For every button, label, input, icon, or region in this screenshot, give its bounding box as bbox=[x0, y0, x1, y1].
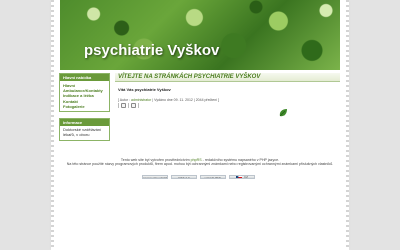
meta-prefix: [ Autor : bbox=[118, 98, 131, 102]
footer: Tento web site byl vytvořen prostřednict… bbox=[60, 158, 340, 167]
phprs-link[interactable]: phpRS bbox=[191, 158, 202, 162]
article-title[interactable]: Vítá Vás psychiatrie Vyškov bbox=[118, 87, 340, 92]
info-title: Informace bbox=[60, 119, 109, 127]
badge-rss[interactable]: RSS 2.0 bbox=[171, 175, 197, 179]
main-menu-title: Hlavní nabídka bbox=[60, 74, 109, 81]
sidebar: Hlavní nabídka Hlavní Ambulance/Kontakty… bbox=[59, 73, 110, 147]
main-menu: Hlavní Ambulance/Kontakty Indikace a léč… bbox=[60, 81, 109, 111]
separator bbox=[138, 103, 139, 108]
badge-language-label: CZ bbox=[244, 175, 248, 179]
separator bbox=[118, 103, 119, 108]
main-menu-box: Hlavní nabídka Hlavní Ambulance/Kontakty… bbox=[59, 73, 110, 113]
article-meta: [ Autor : administrator | Vydáno dne 09.… bbox=[118, 98, 340, 102]
footer-badges: powered by phpRS RSS 2.0 valid XHTML CZ bbox=[142, 175, 255, 179]
info-box: Informace Doktorské vzdělávání lékařů, v… bbox=[59, 118, 110, 141]
main-heading: VÍTEJTE NA STRÁNKÁCH PSYCHIATRIE VYŠKOV bbox=[115, 73, 340, 82]
footer-text-after: - redakčního systému napsaného v PHP jaz… bbox=[202, 158, 280, 162]
czech-flag-icon bbox=[236, 176, 242, 178]
header-banner: psychiatrie Vyškov bbox=[60, 0, 340, 70]
site-title[interactable]: psychiatrie Vyškov bbox=[84, 42, 219, 59]
info-text: Doktorské vzdělávání lékařů, v oboru bbox=[63, 127, 102, 137]
badge-language[interactable]: CZ bbox=[229, 175, 255, 179]
menu-item-fotogalerie[interactable]: Fotogalerie bbox=[63, 104, 107, 109]
main-content: VÍTEJTE NA STRÁNKÁCH PSYCHIATRIE VYŠKOV … bbox=[115, 73, 340, 120]
leaf-icon bbox=[279, 109, 287, 117]
badge-phprs[interactable]: powered by phpRS bbox=[142, 175, 168, 179]
footer-line-2: Na této stránce použité názvy programový… bbox=[66, 162, 334, 167]
page-container: psychiatrie Vyškov Hlavní nabídka Hlavní… bbox=[51, 0, 349, 250]
email-icon[interactable] bbox=[131, 103, 136, 108]
badge-xhtml[interactable]: valid XHTML bbox=[200, 175, 226, 179]
meta-suffix: | Vydáno dne 09. 11. 2012 | 2044 přečten… bbox=[152, 98, 220, 102]
print-icon[interactable] bbox=[121, 103, 126, 108]
author-link[interactable]: administrator bbox=[131, 98, 151, 102]
article-tools bbox=[118, 103, 340, 108]
separator bbox=[128, 103, 129, 108]
footer-text-before: Tento web site byl vytvořen prostřednict… bbox=[120, 158, 190, 162]
